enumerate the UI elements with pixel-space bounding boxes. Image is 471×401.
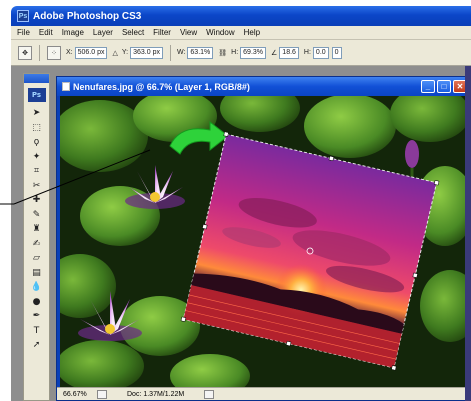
h-skew-label: H:: [303, 49, 311, 56]
options-bar: ✥ ⁘ X: 506.0 px △ Y: 363.0 px W: 63.1% ⛓…: [11, 40, 471, 66]
menu-help[interactable]: Help: [244, 28, 260, 37]
history-brush-tool-icon[interactable]: ✍: [24, 237, 49, 252]
options-separator: [169, 44, 171, 61]
menu-select[interactable]: Select: [122, 28, 144, 37]
reference-point-icon[interactable]: ⁘: [47, 45, 61, 60]
link-icon[interactable]: ⛓: [218, 49, 227, 57]
pen-tool-icon[interactable]: ✒: [24, 309, 49, 324]
h-skew-field[interactable]: 0.0: [312, 46, 329, 59]
document-icon: [62, 82, 70, 91]
status-doc-info: Doc: 1.37M/1.22M: [127, 390, 185, 398]
x-label: X:: [66, 49, 73, 56]
eraser-tool-icon[interactable]: ▱: [24, 251, 49, 266]
h-label: H:: [231, 49, 239, 56]
photoshop-badge-icon: Ps: [27, 88, 46, 102]
delta-icon: △: [112, 49, 118, 57]
tools-palette: Ps ➤ ⬚ ϙ ✦ ⌗ ✂ ✚ ✎ ♜ ✍ ▱ ▤ 💧 ● ✒ T ➚: [23, 73, 50, 401]
menubar: File Edit Image Layer Select Filter View…: [11, 26, 471, 40]
move-tool-icon[interactable]: ➤: [24, 106, 49, 121]
menu-view[interactable]: View: [180, 28, 197, 37]
slice-tool-icon[interactable]: ✂: [24, 179, 49, 194]
y-position-field[interactable]: 363.0 px: [130, 46, 163, 59]
menu-filter[interactable]: Filter: [153, 28, 171, 37]
height-percent-field[interactable]: 69.3%: [240, 46, 267, 59]
lasso-tool-icon[interactable]: ϙ: [24, 135, 49, 150]
menu-edit[interactable]: Edit: [39, 28, 53, 37]
gradient-tool-icon[interactable]: ▤: [24, 266, 49, 281]
status-menu-button[interactable]: [97, 389, 107, 399]
dodge-tool-icon[interactable]: ●: [24, 295, 49, 310]
scroll-left-button[interactable]: [204, 389, 215, 399]
v-skew-field[interactable]: 0: [331, 46, 342, 59]
path-select-tool-icon[interactable]: ➚: [24, 338, 49, 353]
type-tool-icon[interactable]: T: [24, 324, 49, 339]
rotate-angle-icon: ∠: [271, 49, 278, 57]
document-title: Nenufares.jpg @ 66.7% (Layer 1, RGB/8#): [73, 81, 250, 92]
maximize-button[interactable]: □: [437, 80, 451, 93]
options-separator: [39, 44, 40, 61]
w-label: W:: [176, 49, 186, 56]
rotation-field[interactable]: 18.6: [279, 46, 299, 59]
right-panel-strip: [465, 66, 471, 401]
status-zoom[interactable]: 66.67%: [63, 391, 93, 398]
healing-tool-icon[interactable]: ✚: [24, 193, 49, 208]
photoshop-logo-icon: Ps: [17, 10, 29, 22]
marquee-tool-icon[interactable]: ⬚: [24, 121, 49, 136]
y-label: Y:: [121, 49, 129, 56]
x-position-field[interactable]: 506.0 px: [74, 46, 108, 59]
width-percent-field[interactable]: 63.1%: [187, 46, 214, 59]
app-titlebar: Ps Adobe Photoshop CS3: [11, 6, 471, 26]
menu-file[interactable]: File: [17, 28, 30, 37]
document-status-bar: 66.67% Doc: 1.37M/1.22M: [57, 387, 470, 400]
menu-window[interactable]: Window: [206, 28, 234, 37]
image-canvas[interactable]: [60, 96, 469, 389]
blur-tool-icon[interactable]: 💧: [24, 280, 49, 295]
app-title: Adobe Photoshop CS3: [33, 10, 142, 22]
clone-stamp-tool-icon[interactable]: ♜: [24, 222, 49, 237]
document-window: Nenufares.jpg @ 66.7% (Layer 1, RGB/8#) …: [56, 76, 471, 401]
minimize-button[interactable]: _: [421, 80, 435, 93]
magic-wand-tool-icon[interactable]: ✦: [24, 150, 49, 165]
transform-tool-icon[interactable]: ✥: [18, 45, 32, 60]
menu-layer[interactable]: Layer: [93, 28, 113, 37]
crop-tool-icon[interactable]: ⌗: [24, 164, 49, 179]
document-titlebar[interactable]: Nenufares.jpg @ 66.7% (Layer 1, RGB/8#) …: [57, 77, 470, 96]
canvas-artwork: [60, 96, 469, 389]
menu-image[interactable]: Image: [62, 28, 84, 37]
brush-tool-icon[interactable]: ✎: [24, 208, 49, 223]
tools-palette-grip[interactable]: [24, 74, 49, 83]
